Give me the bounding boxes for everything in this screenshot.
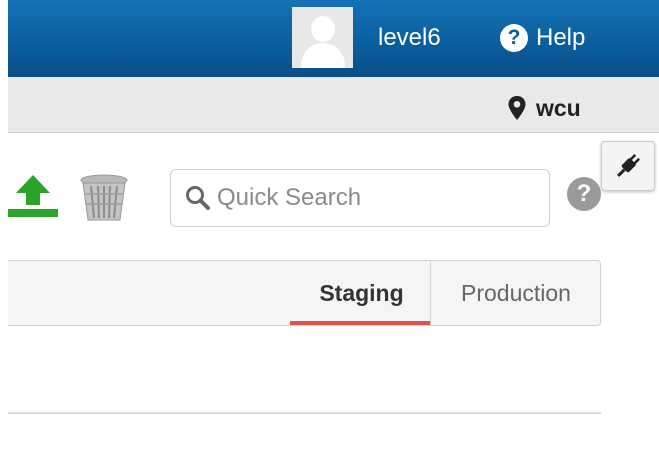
page: level6 ? Help wcu ? (0, 0, 659, 454)
upload-icon[interactable] (8, 173, 58, 219)
site-selector[interactable]: wcu (508, 92, 581, 124)
site-name: wcu (536, 94, 581, 121)
question-circle-icon[interactable]: ? (567, 177, 601, 211)
active-tab-indicator (290, 321, 430, 325)
map-marker-icon (508, 96, 526, 120)
trash-icon[interactable] (79, 174, 129, 222)
username-link[interactable]: level6 (378, 24, 441, 52)
avatar[interactable] (292, 7, 353, 68)
plug-icon (617, 153, 641, 177)
quick-search-field[interactable] (170, 169, 550, 227)
plugin-button[interactable] (601, 141, 655, 191)
help-label: Help (536, 24, 586, 51)
quick-search-input[interactable] (217, 184, 537, 212)
avatar-head (311, 16, 335, 42)
question-circle-icon: ? (500, 24, 528, 52)
tab-production[interactable]: Production (431, 260, 601, 326)
tab-staging[interactable]: Staging (293, 260, 430, 326)
search-icon (186, 186, 210, 210)
help-link[interactable]: ? Help (500, 22, 585, 54)
avatar-body (301, 43, 345, 68)
section-divider (8, 412, 601, 414)
